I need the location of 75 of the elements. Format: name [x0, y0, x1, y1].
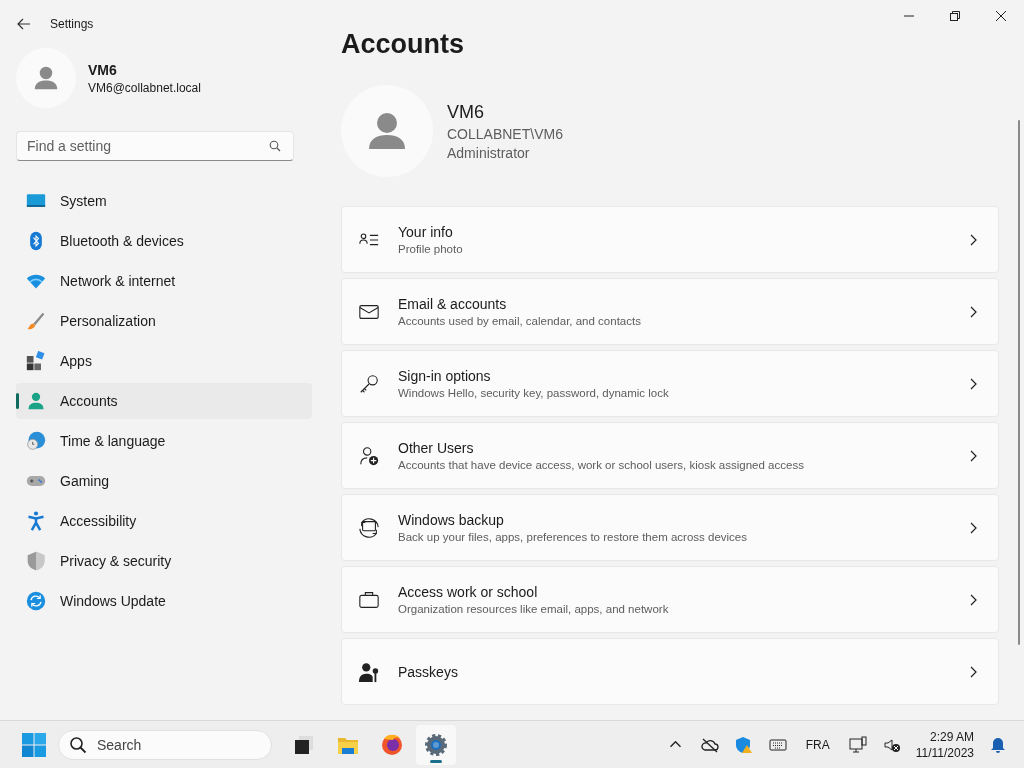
chevron-right-icon [970, 377, 978, 390]
scrollbar[interactable] [1018, 120, 1020, 645]
settings-card[interactable]: Windows backup Back up your files, apps, preferences to restore them across devices [341, 494, 999, 561]
person-add-icon [358, 444, 380, 467]
bell-icon [989, 735, 1007, 754]
card-title: Your info [398, 224, 454, 240]
apps-icon [26, 351, 46, 371]
settings-card[interactable]: Other Users Accounts that have device access, work or school users, kiosk assigned access [341, 422, 999, 489]
chevron-right-icon [970, 593, 978, 606]
key-icon [358, 372, 380, 395]
globe-clock-icon [26, 431, 46, 451]
settings-card[interactable]: Email & accounts Accounts used by email, calendar, and contacts [341, 278, 999, 345]
chevron-right-icon [970, 665, 978, 678]
nav-item[interactable]: Network & internet [16, 263, 312, 299]
monitor-network-icon [848, 735, 867, 754]
user-email: VM6@collabnet.local [88, 80, 201, 95]
search-field[interactable]: Find a setting [16, 131, 294, 161]
refresh-icon [26, 591, 46, 611]
nav-item[interactable]: Time & language [16, 423, 312, 459]
card-subtitle: Windows Hello, security key, password, dynamic lock [398, 387, 670, 399]
windows-logo-icon [22, 732, 46, 757]
account-role: Administrator [447, 144, 531, 161]
shield-icon [26, 551, 46, 571]
person-key-icon [358, 660, 380, 683]
search-icon [69, 735, 87, 754]
card-title: Passkeys [398, 663, 459, 680]
card-subtitle: Profile photo [398, 243, 464, 255]
accessibility-icon [26, 511, 46, 531]
chevron-right-icon [970, 305, 978, 318]
card-subtitle: Organization resources like email, apps, and network [398, 603, 670, 615]
account-name: VM6 [447, 101, 485, 123]
nav-item[interactable]: Gaming [16, 463, 312, 499]
card-subtitle: Accounts that have device access, work or school users, kiosk assigned access [398, 459, 805, 471]
clock[interactable]: 2:29 AM 11/11/2023 [911, 728, 978, 761]
nav-item[interactable]: Personalization [16, 303, 312, 339]
browser-icon [380, 732, 404, 757]
settings-card[interactable]: Access work or school Organization resources like email, apps, and network [341, 566, 999, 633]
chevron-right-icon [970, 233, 978, 246]
paintbrush-icon [26, 311, 46, 331]
selection-indicator [16, 393, 19, 409]
card-title: Windows backup [398, 512, 505, 528]
card-title: Access work or school [398, 584, 539, 600]
card-title: Sign-in options [398, 368, 492, 384]
shield-warning-icon [734, 735, 753, 754]
user-name: VM6 [88, 61, 118, 78]
card-title: Other Users [398, 440, 475, 456]
window-title: Settings [50, 17, 94, 31]
nav-item[interactable]: Privacy & security [16, 543, 312, 579]
settings-card[interactable]: Passkeys [341, 638, 999, 705]
input-language[interactable]: FRA [797, 737, 838, 752]
taskbar-search[interactable]: Search [58, 729, 272, 760]
account-domain: COLLABNET\VM6 [447, 125, 563, 142]
chevron-up-icon [670, 741, 682, 748]
backup-sync-icon [358, 516, 380, 539]
chevron-right-icon [970, 449, 978, 462]
nav-item[interactable]: Accounts [16, 383, 312, 419]
nav-item[interactable]: Bluetooth & devices [16, 223, 312, 259]
gear-icon [424, 732, 448, 757]
close-icon [996, 11, 1006, 21]
nav-item[interactable]: System [16, 183, 312, 219]
restore-icon [950, 11, 960, 21]
nav-item[interactable]: Accessibility [16, 503, 312, 539]
page-title: Accounts [341, 27, 465, 61]
card-subtitle: Back up your files, apps, preferences to restore them across devices [398, 531, 748, 543]
card-title: Email & accounts [398, 296, 508, 312]
search-icon [269, 140, 281, 152]
back-arrow-icon [16, 16, 32, 32]
active-indicator [430, 759, 442, 763]
nav-item[interactable]: Apps [16, 343, 312, 379]
settings-card[interactable]: Your info Profile photo [341, 206, 999, 273]
settings-card[interactable]: Sign-in options Windows Hello, security key, password, dynamic lock [341, 350, 999, 417]
card-subtitle: Accounts used by email, calendar, and contacts [398, 315, 642, 327]
person-icon [26, 391, 46, 411]
chevron-right-icon [970, 521, 978, 534]
nav-item[interactable]: Windows Update [16, 583, 312, 619]
